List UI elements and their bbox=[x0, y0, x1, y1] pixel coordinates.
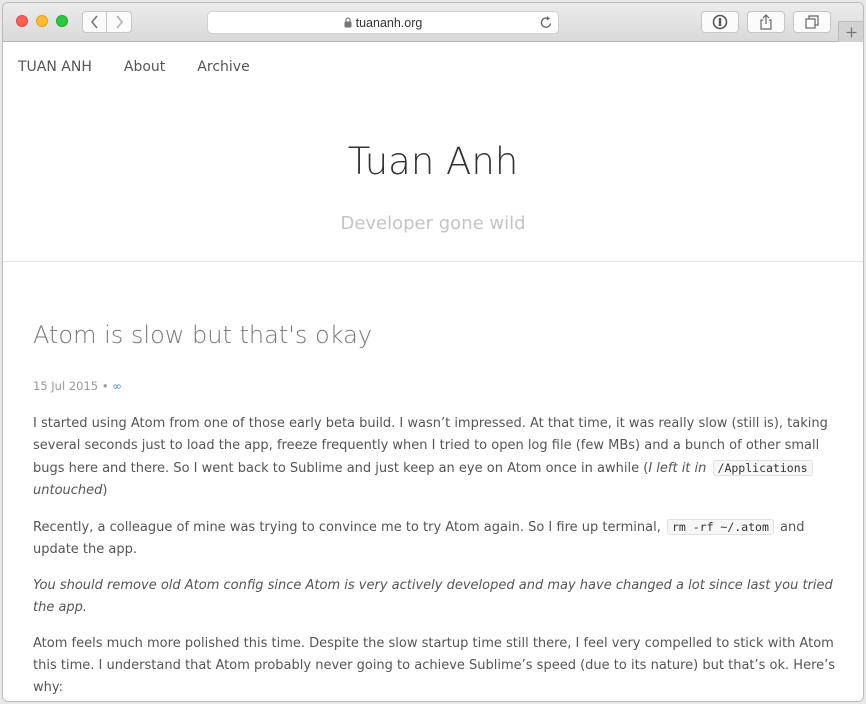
paragraph-1: I started using Atom from one of those e… bbox=[33, 413, 839, 502]
lock-icon bbox=[344, 17, 352, 28]
rm-command-code: rm -rf ~/.atom bbox=[666, 519, 774, 535]
minimize-window-button[interactable] bbox=[36, 15, 48, 27]
paragraph-1-em-start: I left it in bbox=[648, 461, 711, 476]
post-meta: 15 Jul 2015 • ∞ bbox=[33, 379, 122, 393]
site-title: Tuan Anh bbox=[347, 140, 519, 183]
new-tab-button[interactable] bbox=[838, 21, 863, 42]
header-divider bbox=[3, 261, 863, 262]
post-title[interactable]: Atom is slow but that's okay bbox=[33, 321, 372, 349]
nav-archive-link[interactable]: Archive bbox=[197, 59, 249, 75]
post-date: 15 Jul 2015 bbox=[33, 379, 99, 393]
nav-brand-link[interactable]: TUAN ANH bbox=[18, 59, 92, 75]
paragraph-3-em: You should remove old Atom config since … bbox=[33, 578, 833, 615]
site-subtitle: Developer gone wild bbox=[340, 213, 526, 234]
password-icon bbox=[712, 14, 728, 30]
back-button[interactable] bbox=[82, 11, 107, 33]
chevron-right-icon bbox=[116, 15, 124, 29]
close-window-button[interactable] bbox=[16, 15, 28, 27]
password-button[interactable] bbox=[701, 11, 739, 33]
tabs-overview-button[interactable] bbox=[793, 11, 831, 33]
paragraph-1-close: ) bbox=[102, 483, 108, 498]
address-bar[interactable]: tuananh.org bbox=[207, 11, 559, 34]
tabs-icon bbox=[805, 15, 819, 29]
paragraph-2-text: Recently, a colleague of mine was trying… bbox=[33, 520, 665, 535]
paragraph-1-em-end: untouched bbox=[33, 483, 103, 498]
page-content: TUAN ANH About Archive Tuan Anh Develope… bbox=[3, 42, 863, 701]
zoom-window-button[interactable] bbox=[56, 15, 68, 27]
permalink-link[interactable]: ∞ bbox=[112, 379, 122, 393]
post-body: I started using Atom from one of those e… bbox=[33, 413, 839, 701]
share-button[interactable] bbox=[747, 11, 785, 33]
applications-code: /Applications bbox=[712, 460, 813, 476]
paragraph-4: Atom feels much more polished this time.… bbox=[33, 636, 836, 695]
share-icon bbox=[760, 14, 772, 30]
meta-separator: • bbox=[101, 379, 109, 393]
forward-button[interactable] bbox=[107, 11, 132, 33]
browser-toolbar: tuananh.org bbox=[3, 3, 863, 42]
plus-icon bbox=[846, 27, 856, 37]
paragraph-3: You should remove old Atom config since … bbox=[33, 575, 839, 619]
url-text: tuananh.org bbox=[355, 15, 423, 30]
site-nav: TUAN ANH About Archive bbox=[18, 59, 282, 75]
chevron-left-icon bbox=[90, 15, 98, 29]
nav-about-link[interactable]: About bbox=[124, 59, 165, 75]
paragraph-2: Recently, a colleague of mine was trying… bbox=[33, 516, 839, 561]
reload-icon[interactable] bbox=[539, 15, 553, 30]
browser-window: tuananh.org TUAN ANH About Archive Tuan … bbox=[3, 3, 863, 701]
